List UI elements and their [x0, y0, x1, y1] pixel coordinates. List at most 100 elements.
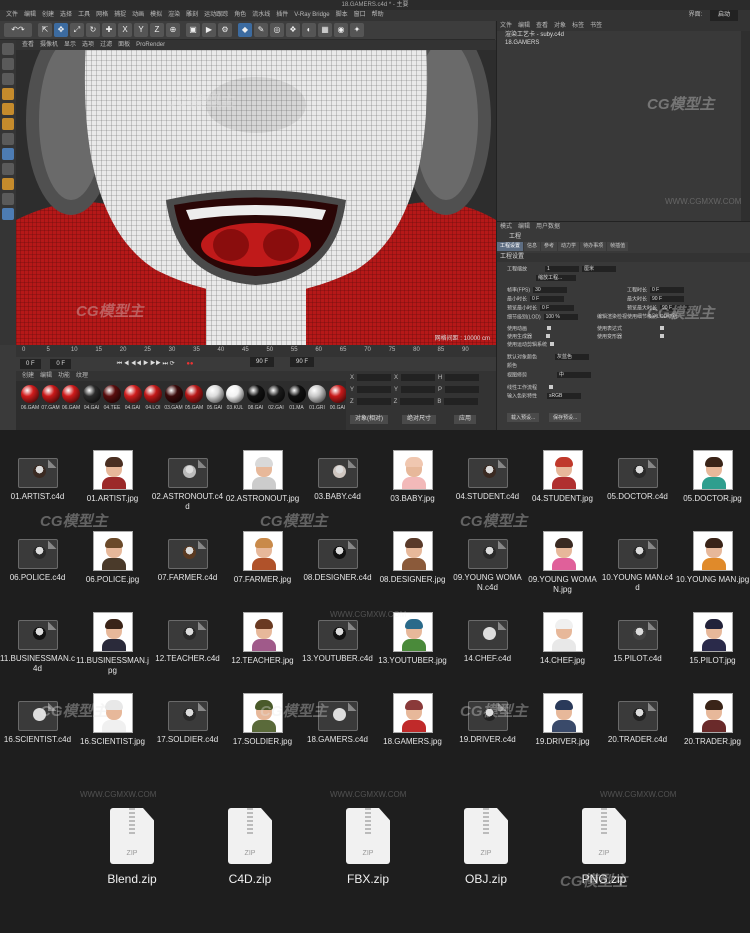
end-frame-field[interactable]: 90 F	[290, 357, 315, 367]
object-item[interactable]: 18.GAMERS	[497, 39, 750, 47]
menu-item[interactable]: 模拟	[150, 12, 162, 18]
input-color-row[interactable]: 输入色彩特性 sRGB	[507, 393, 582, 400]
render-icon[interactable]: ▶	[202, 23, 216, 37]
menu-item[interactable]: 帮助	[372, 12, 384, 18]
c4d-file-item[interactable]: 05.DOCTOR.c4d	[600, 450, 675, 502]
apply-button[interactable]: 应用	[454, 415, 477, 424]
c4d-file-item[interactable]: 11.BUSINESSMAN.c4d	[0, 612, 75, 674]
cube-icon[interactable]: ◆	[238, 23, 252, 37]
material-menu-item[interactable]: 功能	[58, 373, 70, 379]
array-icon[interactable]: ❖	[286, 23, 300, 37]
zip-file-item[interactable]: ZIP OBJ.zip	[436, 808, 536, 886]
jpg-file-item[interactable]: 10.YOUNG MAN.jpg	[675, 531, 750, 585]
scale-project-button[interactable]: 缩放工程...	[533, 275, 576, 282]
material-swatch[interactable]: 04.LOI	[143, 385, 163, 411]
record-icon[interactable]: ●●	[186, 361, 193, 367]
material-swatch[interactable]: 08.GAI	[246, 385, 266, 411]
menu-item[interactable]: 文件	[6, 12, 18, 18]
c4d-file-item[interactable]: 04.STUDENT.c4d	[450, 450, 525, 502]
jpg-file-item[interactable]: 03.BABY.jpg	[375, 450, 450, 504]
menu-item[interactable]: 渲染	[168, 12, 180, 18]
object-menu-item[interactable]: 标签	[572, 23, 584, 29]
menu-item[interactable]: V-Ray Bridge	[294, 12, 329, 18]
attribute-menu-item[interactable]: 模式	[500, 224, 512, 230]
jpg-file-item[interactable]: 12.TEACHER.jpg	[225, 612, 300, 666]
menu-item[interactable]: 插件	[276, 12, 288, 18]
min-time-row[interactable]: 最小时长 0 F	[507, 296, 565, 303]
material-swatch[interactable]: 05.GAI	[205, 385, 225, 411]
c4d-file-item[interactable]: 03.BABY.c4d	[300, 450, 375, 502]
material-swatch[interactable]: 01.MA	[287, 385, 307, 411]
edges-mode-icon[interactable]	[2, 103, 14, 115]
zip-file-item[interactable]: ZIP FBX.zip	[318, 808, 418, 886]
polygons-mode-icon[interactable]	[2, 118, 14, 130]
y-axis-icon[interactable]: Y	[134, 23, 148, 37]
viewport-menu-item[interactable]: 查看	[22, 42, 34, 48]
attribute-tab[interactable]: 帧插值	[607, 242, 629, 251]
object-menu-item[interactable]: 编辑	[518, 23, 530, 29]
jpg-file-item[interactable]: 13.YOUTUBER.jpg	[375, 612, 450, 666]
absolute-size-dropdown[interactable]: 绝对尺寸	[402, 415, 437, 424]
solo-icon[interactable]	[2, 193, 14, 205]
menu-item[interactable]: 捕捉	[114, 12, 126, 18]
jpg-file-item[interactable]: 15.PILOT.jpg	[675, 612, 750, 666]
use-expressions-check[interactable]: 使用表达式	[597, 326, 665, 333]
jpg-file-item[interactable]: 05.DOCTOR.jpg	[675, 450, 750, 504]
zip-file-item[interactable]: ZIP C4D.zip	[200, 808, 300, 886]
material-swatch[interactable]: 03.GAM	[164, 385, 184, 411]
attribute-menu-item[interactable]: 用户数据	[536, 224, 560, 230]
project-time-row[interactable]: 工程时长 0 F	[627, 287, 685, 294]
material-swatch[interactable]: 03.KUL	[225, 385, 245, 411]
object-relative-dropdown[interactable]: 对象(相对)	[350, 415, 388, 424]
layout-value[interactable]: 启动	[709, 10, 738, 21]
object-menu-item[interactable]: 对象	[554, 23, 566, 29]
texture-mode-icon[interactable]	[2, 73, 14, 85]
start-frame-field[interactable]: 0 F	[20, 359, 41, 369]
material-swatch[interactable]: 06.GAM	[20, 385, 40, 411]
jpg-file-item[interactable]: 08.DESIGNER.jpg	[375, 531, 450, 585]
pen-icon[interactable]: ✎	[254, 23, 268, 37]
fps-row[interactable]: 帧率(FPS) 30	[507, 287, 568, 294]
menu-item[interactable]: 创建	[42, 12, 54, 18]
layout-selector[interactable]: 界面: 启动	[686, 10, 741, 21]
render-settings-icon[interactable]: ⚙	[218, 23, 232, 37]
x-axis-icon[interactable]: X	[118, 23, 132, 37]
material-menu-item[interactable]: 纹理	[76, 373, 88, 379]
default-color-row[interactable]: 默认对象颜色 灰蓝色	[507, 354, 590, 361]
c4d-file-item[interactable]: 10.YOUNG MAN.c4d	[600, 531, 675, 593]
c4d-file-item[interactable]: 08.DESIGNER.c4d	[300, 531, 375, 583]
jpg-file-item[interactable]: 06.POLICE.jpg	[75, 531, 150, 585]
menu-item[interactable]: 选择	[60, 12, 72, 18]
c4d-file-item[interactable]: 09.YOUNG WOMAN.c4d	[450, 531, 525, 593]
c4d-file-item[interactable]: 01.ARTIST.c4d	[0, 450, 75, 502]
menu-item[interactable]: 运动跟踪	[204, 12, 228, 18]
jpg-file-item[interactable]: 20.TRADER.jpg	[675, 693, 750, 747]
project-scale-row[interactable]: 工程缩放 1 厘米	[507, 266, 617, 273]
coordinate-system-icon[interactable]: ⊕	[166, 23, 180, 37]
viewport-menu-item[interactable]: 过滤	[100, 42, 112, 48]
camera-icon[interactable]: ◉	[334, 23, 348, 37]
z-axis-icon[interactable]: Z	[150, 23, 164, 37]
attribute-tab[interactable]: 待办事项	[580, 242, 607, 251]
view-clip-row[interactable]: 视图修剪中	[507, 372, 592, 379]
last-tool-icon[interactable]: ✚	[102, 23, 116, 37]
viewport-menu-item[interactable]: ProRender	[136, 42, 165, 48]
linear-workflow-check[interactable]: 线性工作流程	[507, 385, 554, 392]
deformer-icon[interactable]: ◐	[302, 23, 316, 37]
viewport[interactable]: 网格间距 : 10000 cm CG模型主 CG模型主	[16, 50, 496, 345]
material-swatch[interactable]: 02.GAI	[266, 385, 286, 411]
attribute-menu-item[interactable]: 编辑	[518, 224, 530, 230]
select-tool-icon[interactable]: ⇱	[38, 23, 52, 37]
make-editable-icon[interactable]	[2, 43, 14, 55]
c4d-file-item[interactable]: 12.TEACHER.c4d	[150, 612, 225, 664]
current-frame-field[interactable]: 0 F	[50, 359, 72, 369]
menu-item[interactable]: 动画	[132, 12, 144, 18]
object-item[interactable]: 渲染工艺卡 - suby.c4d	[497, 31, 750, 39]
use-animation-check[interactable]: 使用动画	[507, 326, 552, 333]
c4d-file-item[interactable]: 07.FARMER.c4d	[150, 531, 225, 583]
max-frame-field[interactable]: 90 F	[250, 357, 275, 367]
jpg-file-item[interactable]: 07.FARMER.jpg	[225, 531, 300, 585]
jpg-file-item[interactable]: 01.ARTIST.jpg	[75, 450, 150, 504]
material-swatch[interactable]: 04.TEE	[102, 385, 122, 411]
material-swatch[interactable]: 06.GAM	[61, 385, 81, 411]
